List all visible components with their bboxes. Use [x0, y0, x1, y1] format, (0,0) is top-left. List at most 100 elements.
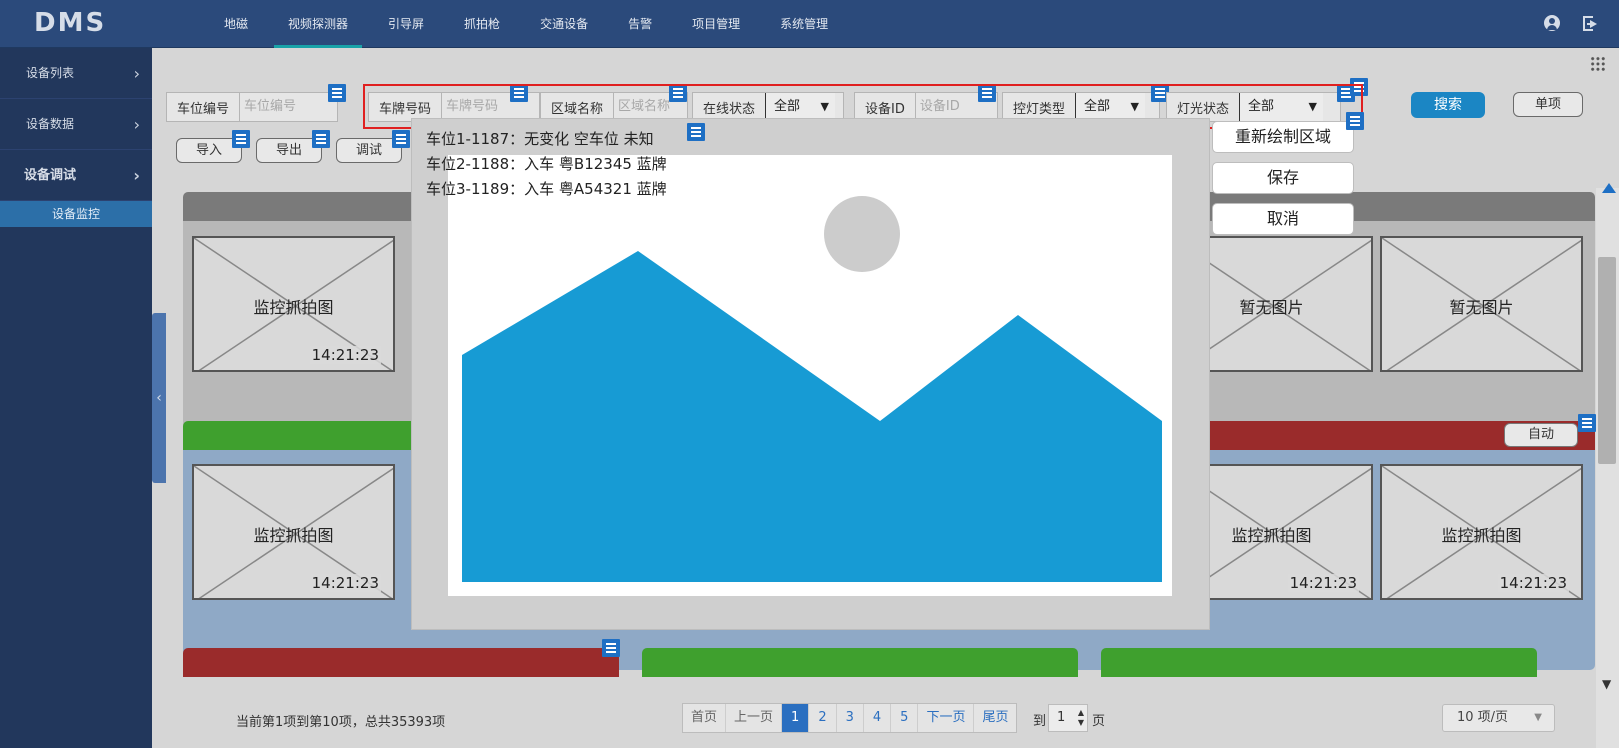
vertical-scrollbar[interactable] [1596, 188, 1619, 748]
thumbnail-time: 14:21:23 [1497, 574, 1569, 592]
page-button-1[interactable]: 1 [782, 704, 810, 732]
mountain-shape [462, 251, 1162, 582]
annotation-icon [687, 123, 705, 141]
annotation-icon [1578, 414, 1596, 432]
sidebar-item-label: 设备数据 [26, 117, 75, 131]
goto-page-value: 1 [1057, 710, 1066, 725]
main-nav: 地磁 视频探测器 引导屏 抓拍枪 交通设备 告警 项目管理 系统管理 [210, 0, 854, 48]
region-edit-modal: 车位1-1187：无变化 空车位 未知 车位2-1188：入车 粤B12345 … [411, 118, 1210, 630]
thumbnail-label: 暂无图片 [1449, 298, 1514, 317]
goto-prefix: 到 [1033, 714, 1047, 729]
snapshot-thumbnail[interactable]: 监控抓拍图 14:21:23 [1380, 464, 1583, 600]
page-size-select[interactable]: 10 项/页 [1442, 704, 1555, 732]
save-button[interactable]: 保存 [1212, 162, 1354, 194]
filter-label: 区域名称 [551, 101, 604, 117]
space-no-input[interactable]: 车位编号 [239, 93, 332, 121]
thumbnail-label: 监控抓拍图 [1441, 526, 1522, 545]
thumbnail-time: 14:21:23 [309, 346, 381, 364]
search-button[interactable]: 搜索 [1411, 92, 1485, 118]
annotation-icon [328, 84, 346, 102]
first-page-button[interactable]: 首页 [683, 704, 727, 732]
page-button-2[interactable]: 2 [809, 704, 837, 732]
next-page-button[interactable]: 下一页 [918, 704, 975, 732]
space-status-line: 车位3-1189：入车 粤A54321 蓝牌 [426, 180, 667, 198]
pagination-summary: 当前第1项到第10项，总共35393项 [236, 715, 446, 730]
sidebar-item-label: 设备列表 [26, 66, 75, 80]
user-icon[interactable] [1542, 14, 1562, 34]
chevron-right-icon: › [133, 64, 140, 83]
grid-menu-icon[interactable] [1590, 56, 1606, 72]
nav-item-geomagnetic[interactable]: 地磁 [210, 0, 262, 48]
nav-item-capture-gun[interactable]: 抓拍枪 [450, 0, 514, 48]
annotation-icon [978, 84, 996, 102]
snapshot-thumbnail[interactable]: 暂无图片 [1380, 236, 1583, 372]
page-button-3[interactable]: 3 [837, 704, 864, 732]
last-page-button[interactable]: 尾页 [974, 704, 1016, 732]
cancel-button[interactable]: 取消 [1212, 203, 1354, 235]
goto-page-input[interactable]: 1 ▲ ▼ [1048, 704, 1088, 732]
sun-shape [824, 196, 900, 272]
nav-item-alarm[interactable]: 告警 [614, 0, 666, 48]
annotation-icon [232, 130, 250, 148]
annotation-icon [510, 84, 528, 102]
sidebar: 设备列表 › 设备数据 › 设备调试 › 设备监控 [0, 48, 152, 748]
scroll-up-icon[interactable] [1602, 183, 1616, 193]
sidebar-item-device-debug[interactable]: 设备调试 › [0, 150, 152, 201]
filter-label: 在线状态 [703, 101, 756, 117]
filter-label: 车牌号码 [379, 101, 432, 117]
online-status-select[interactable]: 全部 [765, 93, 836, 121]
nav-item-system-management[interactable]: 系统管理 [766, 0, 842, 48]
snapshot-thumbnail[interactable]: 监控抓拍图 14:21:23 [192, 236, 395, 372]
top-navbar: DMS 地磁 视频探测器 引导屏 抓拍枪 交通设备 告警 项目管理 系统管理 [0, 0, 1619, 48]
preview-image[interactable] [448, 155, 1172, 596]
snapshot-thumbnail[interactable]: 监控抓拍图 14:21:23 [192, 464, 395, 600]
page-button-4[interactable]: 4 [864, 704, 892, 732]
pagination: 首页 上一页 1 2 3 4 5 下一页 尾页 [682, 703, 1018, 733]
filter-label: 灯光状态 [1177, 101, 1230, 117]
sidebar-collapse-button[interactable]: ‹ [152, 313, 166, 483]
filter-space-no: 车位编号 车位编号 [166, 92, 338, 122]
annotation-icon [1350, 78, 1368, 96]
thumbnail-time: 14:21:23 [309, 574, 381, 592]
chevron-right-icon: › [133, 166, 140, 185]
stepper-icon[interactable]: ▲ ▼ [1078, 708, 1084, 728]
light-type-select[interactable]: 全部 [1075, 93, 1146, 121]
card-header-red [183, 648, 619, 677]
space-status-line: 车位1-1187：无变化 空车位 未知 [426, 130, 654, 148]
nav-item-guide-screen[interactable]: 引导屏 [374, 0, 438, 48]
thumbnail-label: 监控抓拍图 [253, 526, 334, 545]
sidebar-item-device-list[interactable]: 设备列表 › [0, 48, 152, 99]
space-status-list: 车位1-1187：无变化 空车位 未知 车位2-1188：入车 粤B12345 … [426, 127, 667, 202]
sidebar-subitem-device-monitor[interactable]: 设备监控 [0, 201, 152, 227]
card-header-green [642, 648, 1078, 677]
card-header-green [1101, 648, 1537, 677]
filter-label: 设备ID [865, 101, 905, 117]
goto-suffix: 页 [1092, 714, 1106, 729]
chevron-right-icon: › [133, 115, 140, 134]
annotation-icon [312, 130, 330, 148]
nav-item-project-management[interactable]: 项目管理 [678, 0, 754, 48]
scroll-thumb[interactable] [1598, 257, 1616, 464]
filter-label: 车位编号 [177, 101, 230, 117]
annotation-icon [392, 130, 410, 148]
scroll-down-icon[interactable]: ▼ [1602, 677, 1611, 691]
logout-icon[interactable] [1582, 14, 1602, 34]
app-logo[interactable]: DMS [34, 8, 106, 38]
filter-label: 控灯类型 [1013, 101, 1066, 117]
sidebar-item-label: 设备调试 [24, 168, 77, 183]
nav-item-traffic-device[interactable]: 交通设备 [526, 0, 602, 48]
single-item-button[interactable]: 单项 [1513, 92, 1583, 117]
light-status-select[interactable]: 全部 [1239, 93, 1324, 121]
sidebar-item-device-data[interactable]: 设备数据 › [0, 99, 152, 150]
device-id-input[interactable]: 设备ID [914, 93, 979, 121]
auto-button[interactable]: 自动 [1504, 423, 1578, 447]
prev-page-button[interactable]: 上一页 [726, 704, 783, 732]
nav-item-video-detector[interactable]: 视频探测器 [274, 0, 363, 48]
card-header-green [183, 421, 423, 450]
annotation-icon [602, 639, 620, 657]
page-button-5[interactable]: 5 [891, 704, 919, 732]
thumbnail-label: 监控抓拍图 [253, 298, 334, 317]
redraw-region-button[interactable]: 重新绘制区域 [1212, 121, 1354, 153]
space-status-line: 车位2-1188：入车 粤B12345 蓝牌 [426, 155, 667, 173]
annotation-icon [669, 84, 687, 102]
